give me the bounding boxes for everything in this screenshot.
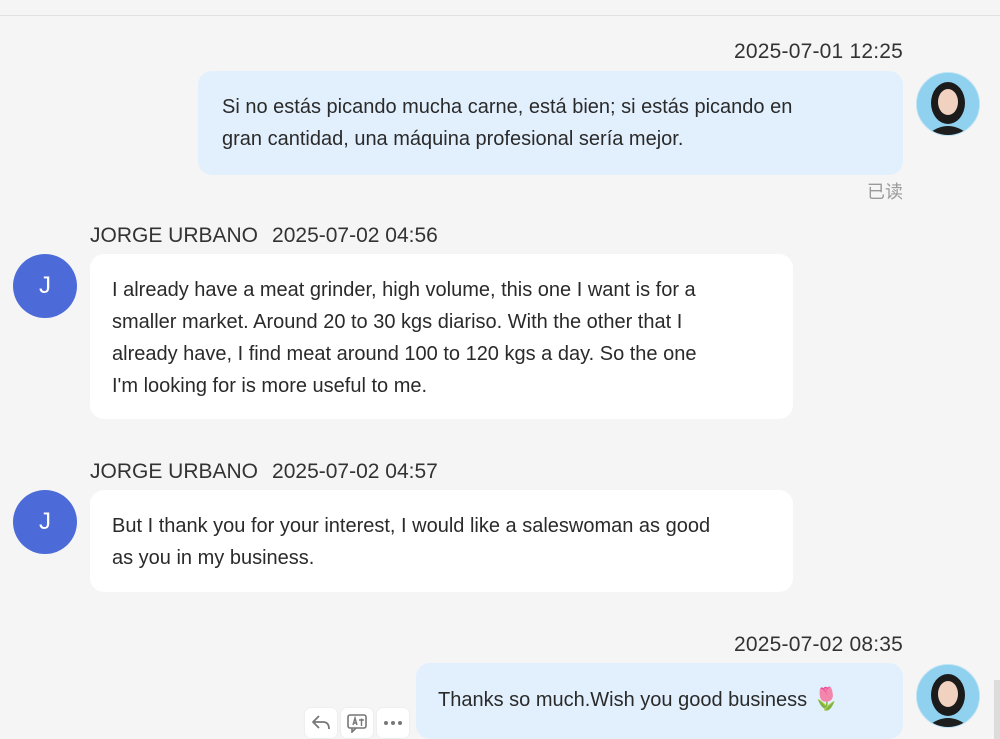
outgoing-message-bubble[interactable]: Thanks so much.Wish you good business 🌷: [416, 663, 903, 739]
sender-name: JORGE URBANO: [90, 460, 259, 483]
message-line: I already have a meat grinder, high volu…: [112, 279, 696, 301]
message-text: Thanks so much.Wish you good business: [438, 689, 808, 711]
message-line: already have, I find meat around 100 to …: [112, 343, 697, 365]
message-timestamp: 2025-07-02 04:56: [272, 224, 438, 247]
contact-avatar[interactable]: J: [13, 254, 77, 318]
message-timestamp: 2025-07-02 08:35: [733, 633, 903, 656]
message-line: But I thank you for your interest, I wou…: [112, 515, 711, 537]
reply-button[interactable]: [305, 708, 337, 738]
sender-header: JORGE URBANO 2025-07-02 04:56: [90, 224, 438, 248]
user-avatar[interactable]: [916, 664, 980, 728]
top-divider: [0, 15, 1000, 16]
reply-icon: [312, 715, 330, 730]
message-actions: [305, 708, 409, 738]
tulip-emoji: 🌷: [812, 686, 841, 711]
message-line: as you in my business.: [112, 547, 315, 569]
incoming-message-bubble[interactable]: I already have a meat grinder, high volu…: [90, 254, 793, 419]
sender-name: JORGE URBANO: [90, 224, 259, 247]
message-timestamp: 2025-07-01 12:25: [733, 40, 903, 63]
message-timestamp: 2025-07-02 04:57: [272, 460, 438, 483]
translate-button[interactable]: [341, 708, 373, 738]
user-avatar-image: [917, 665, 979, 727]
contact-avatar[interactable]: J: [13, 490, 77, 554]
outgoing-message-bubble[interactable]: Si no estás picando mucha carne, está bi…: [198, 71, 903, 175]
more-button[interactable]: [377, 708, 409, 738]
translate-icon: [347, 714, 367, 733]
user-avatar[interactable]: [916, 72, 980, 136]
user-avatar-image: [917, 73, 979, 135]
message-line: smaller market. Around 20 to 30 kgs diar…: [112, 311, 683, 333]
message-line: I'm looking for is more useful to me.: [112, 375, 428, 397]
read-status: 已读: [867, 182, 903, 202]
message-line: gran cantidad, una máquina profesional s…: [222, 128, 684, 150]
message-line: Si no estás picando mucha carne, está bi…: [222, 96, 793, 118]
sender-header: JORGE URBANO 2025-07-02 04:57: [90, 460, 438, 484]
scrollbar[interactable]: [994, 680, 1000, 739]
incoming-message-bubble[interactable]: But I thank you for your interest, I wou…: [90, 490, 793, 592]
more-icon: [384, 721, 402, 725]
